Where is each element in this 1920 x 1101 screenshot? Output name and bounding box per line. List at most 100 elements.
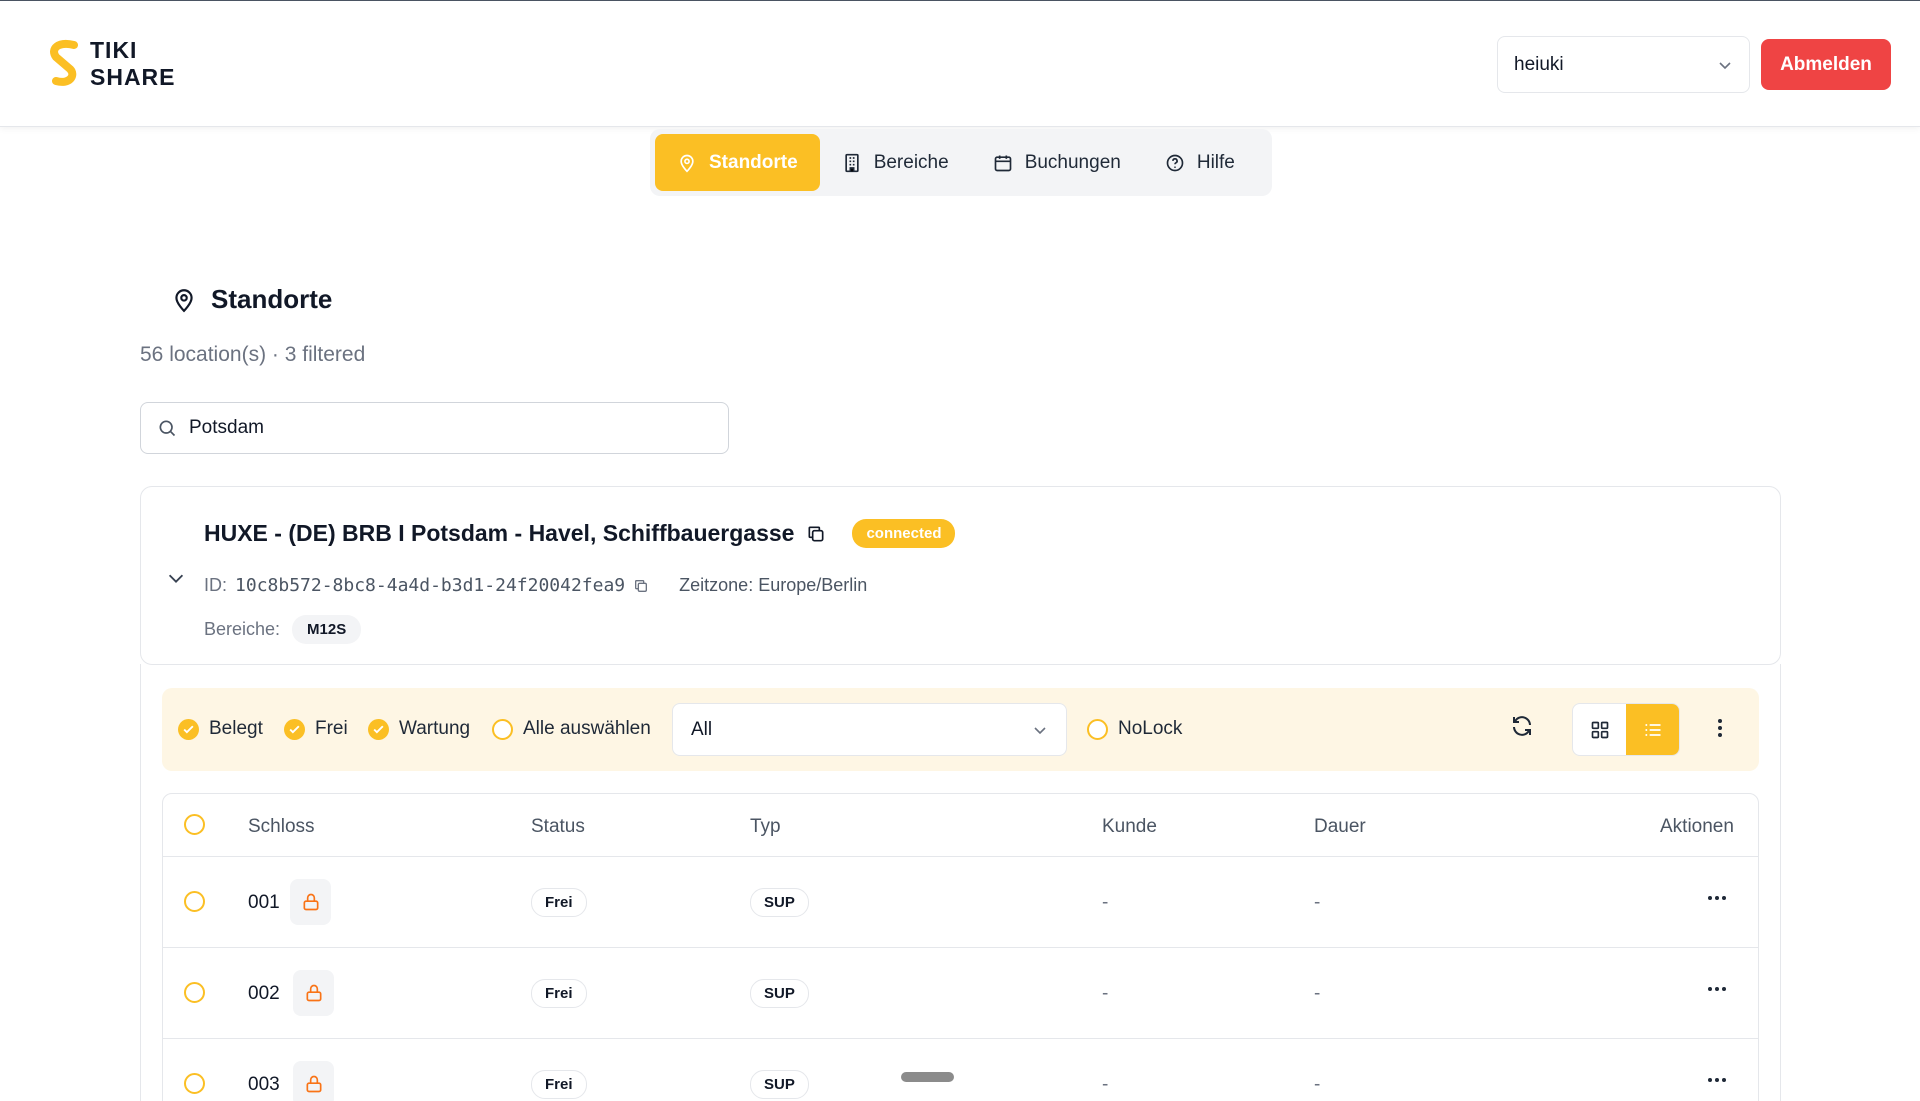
row-checkbox[interactable] xyxy=(184,891,205,912)
list-view-button[interactable] xyxy=(1626,704,1679,755)
tab-bereiche[interactable]: Bereiche xyxy=(820,134,971,191)
duration-value: - xyxy=(1314,892,1321,913)
more-horizontal-icon[interactable] xyxy=(1707,1076,1727,1084)
app-header: TIKI SHARE heiuki Abmelden xyxy=(0,1,1920,127)
tab-buchungen[interactable]: Buchungen xyxy=(971,134,1143,191)
duration-value: - xyxy=(1314,1074,1321,1095)
filter-nolock[interactable]: NoLock xyxy=(1087,718,1182,740)
table-header: Schloss Status Typ Kunde Dauer Aktionen xyxy=(163,794,1758,857)
logo[interactable]: TIKI SHARE xyxy=(48,37,176,91)
checkbox-checked-icon xyxy=(178,718,199,740)
scroll-indicator[interactable] xyxy=(901,1072,954,1082)
filter-bar: Belegt Frei Wartung Alle auswählen All N… xyxy=(162,688,1759,771)
grid-view-button[interactable] xyxy=(1573,704,1626,755)
type-select[interactable]: All xyxy=(672,703,1067,756)
checkbox-empty-icon xyxy=(492,718,513,740)
logout-button[interactable]: Abmelden xyxy=(1761,39,1891,90)
column-status[interactable]: Status xyxy=(531,816,585,838)
lock-icon xyxy=(303,893,318,911)
status-badge: Frei xyxy=(531,979,587,1008)
column-schloss[interactable]: Schloss xyxy=(248,816,315,838)
column-typ[interactable]: Typ xyxy=(750,816,781,838)
location-id-value: 10c8b572-8bc8-4a4d-b3d1-24f20042fea9 xyxy=(235,575,626,596)
filter-belegt[interactable]: Belegt xyxy=(178,718,263,740)
lock-icon xyxy=(306,984,321,1002)
copy-icon[interactable] xyxy=(806,524,826,544)
row-checkbox[interactable] xyxy=(184,982,205,1003)
locks-table: Schloss Status Typ Kunde Dauer Aktionen … xyxy=(162,793,1759,1101)
select-all-rows-checkbox[interactable] xyxy=(184,814,205,835)
customer-value: - xyxy=(1102,1074,1109,1095)
type-select-value: All xyxy=(691,718,713,740)
column-kunde[interactable]: Kunde xyxy=(1102,816,1157,838)
status-badge: connected xyxy=(852,519,956,548)
lock-icon xyxy=(306,1075,321,1093)
logo-text-line2: SHARE xyxy=(90,64,176,90)
more-horizontal-icon[interactable] xyxy=(1707,985,1727,993)
table-row[interactable]: 001 Frei SUP - - xyxy=(163,857,1758,948)
filter-belegt-label: Belegt xyxy=(209,718,263,739)
filter-select-all[interactable]: Alle auswählen xyxy=(492,718,651,740)
list-icon xyxy=(1644,723,1660,736)
location-card: HUXE - (DE) BRB I Potsdam - Havel, Schif… xyxy=(140,486,1781,665)
location-name: HUXE - (DE) BRB I Potsdam - Havel, Schif… xyxy=(204,520,795,546)
search-icon xyxy=(159,420,176,437)
checkbox-empty-icon xyxy=(1087,718,1108,740)
area-pill[interactable]: M12S xyxy=(292,615,362,644)
location-count: 56 location(s) · 3 filtered xyxy=(140,343,366,366)
column-dauer[interactable]: Dauer xyxy=(1314,816,1366,838)
filter-nolock-label: NoLock xyxy=(1118,718,1183,739)
lock-button[interactable] xyxy=(293,970,334,1016)
customer-value: - xyxy=(1102,983,1109,1004)
help-circle-icon xyxy=(1166,154,1184,171)
column-aktionen: Aktionen xyxy=(1660,816,1734,837)
user-select[interactable]: heiuki xyxy=(1497,36,1750,93)
row-checkbox[interactable] xyxy=(184,1073,205,1094)
page-title: Standorte xyxy=(211,284,333,314)
status-badge: Frei xyxy=(531,1070,587,1099)
location-timezone: Zeitzone: Europe/Berlin xyxy=(679,575,868,595)
map-pin-icon xyxy=(680,154,694,173)
filter-select-all-label: Alle auswählen xyxy=(523,718,651,739)
table-row[interactable]: 002 Frei SUP - - xyxy=(163,948,1758,1039)
location-id-label: ID: xyxy=(204,575,228,595)
grid-icon xyxy=(1591,721,1608,738)
location-title-row: HUXE - (DE) BRB I Potsdam - Havel, Schif… xyxy=(204,519,956,548)
tab-standorte[interactable]: Standorte xyxy=(655,134,820,191)
tab-bereiche-label: Bereiche xyxy=(873,151,949,173)
filter-wartung[interactable]: Wartung xyxy=(368,718,470,740)
logo-mark-icon xyxy=(50,40,78,86)
customer-value: - xyxy=(1102,892,1109,913)
type-badge: SUP xyxy=(750,979,809,1008)
chevron-down-icon[interactable] xyxy=(165,567,187,589)
more-vertical-icon[interactable] xyxy=(1710,716,1730,740)
location-areas-row: Bereiche: M12S xyxy=(204,615,362,644)
building-icon xyxy=(845,153,859,172)
type-badge: SUP xyxy=(750,1070,809,1099)
areas-label: Bereiche: xyxy=(204,619,281,639)
tab-hilfe[interactable]: Hilfe xyxy=(1143,134,1257,191)
checkbox-checked-icon xyxy=(368,718,389,740)
search-input[interactable]: Potsdam xyxy=(140,402,729,454)
filter-wartung-label: Wartung xyxy=(399,718,471,739)
view-mode-toggle xyxy=(1572,703,1680,756)
duration-value: - xyxy=(1314,983,1321,1004)
lock-button[interactable] xyxy=(290,879,331,925)
lock-button[interactable] xyxy=(293,1061,334,1101)
chevron-down-icon xyxy=(1719,61,1731,69)
lock-number: 003 xyxy=(248,1074,280,1095)
lock-number: 002 xyxy=(248,983,280,1004)
location-id-row: ID: 10c8b572-8bc8-4a4d-b3d1-24f20042fea9… xyxy=(204,575,867,596)
main-nav: Standorte Bereiche Buchungen Hilfe xyxy=(650,129,1272,196)
table-row[interactable]: 003 Frei SUP - - xyxy=(163,1039,1758,1101)
tab-buchungen-label: Buchungen xyxy=(1024,151,1121,173)
page-heading: Standorte xyxy=(171,284,332,315)
refresh-icon[interactable] xyxy=(1510,714,1534,738)
lock-number: 001 xyxy=(248,892,280,913)
calendar-icon xyxy=(994,155,1012,171)
chevron-down-icon xyxy=(1034,726,1046,734)
more-horizontal-icon[interactable] xyxy=(1707,894,1727,902)
copy-icon[interactable] xyxy=(633,578,649,594)
type-badge: SUP xyxy=(750,888,809,917)
filter-frei[interactable]: Frei xyxy=(284,718,348,740)
